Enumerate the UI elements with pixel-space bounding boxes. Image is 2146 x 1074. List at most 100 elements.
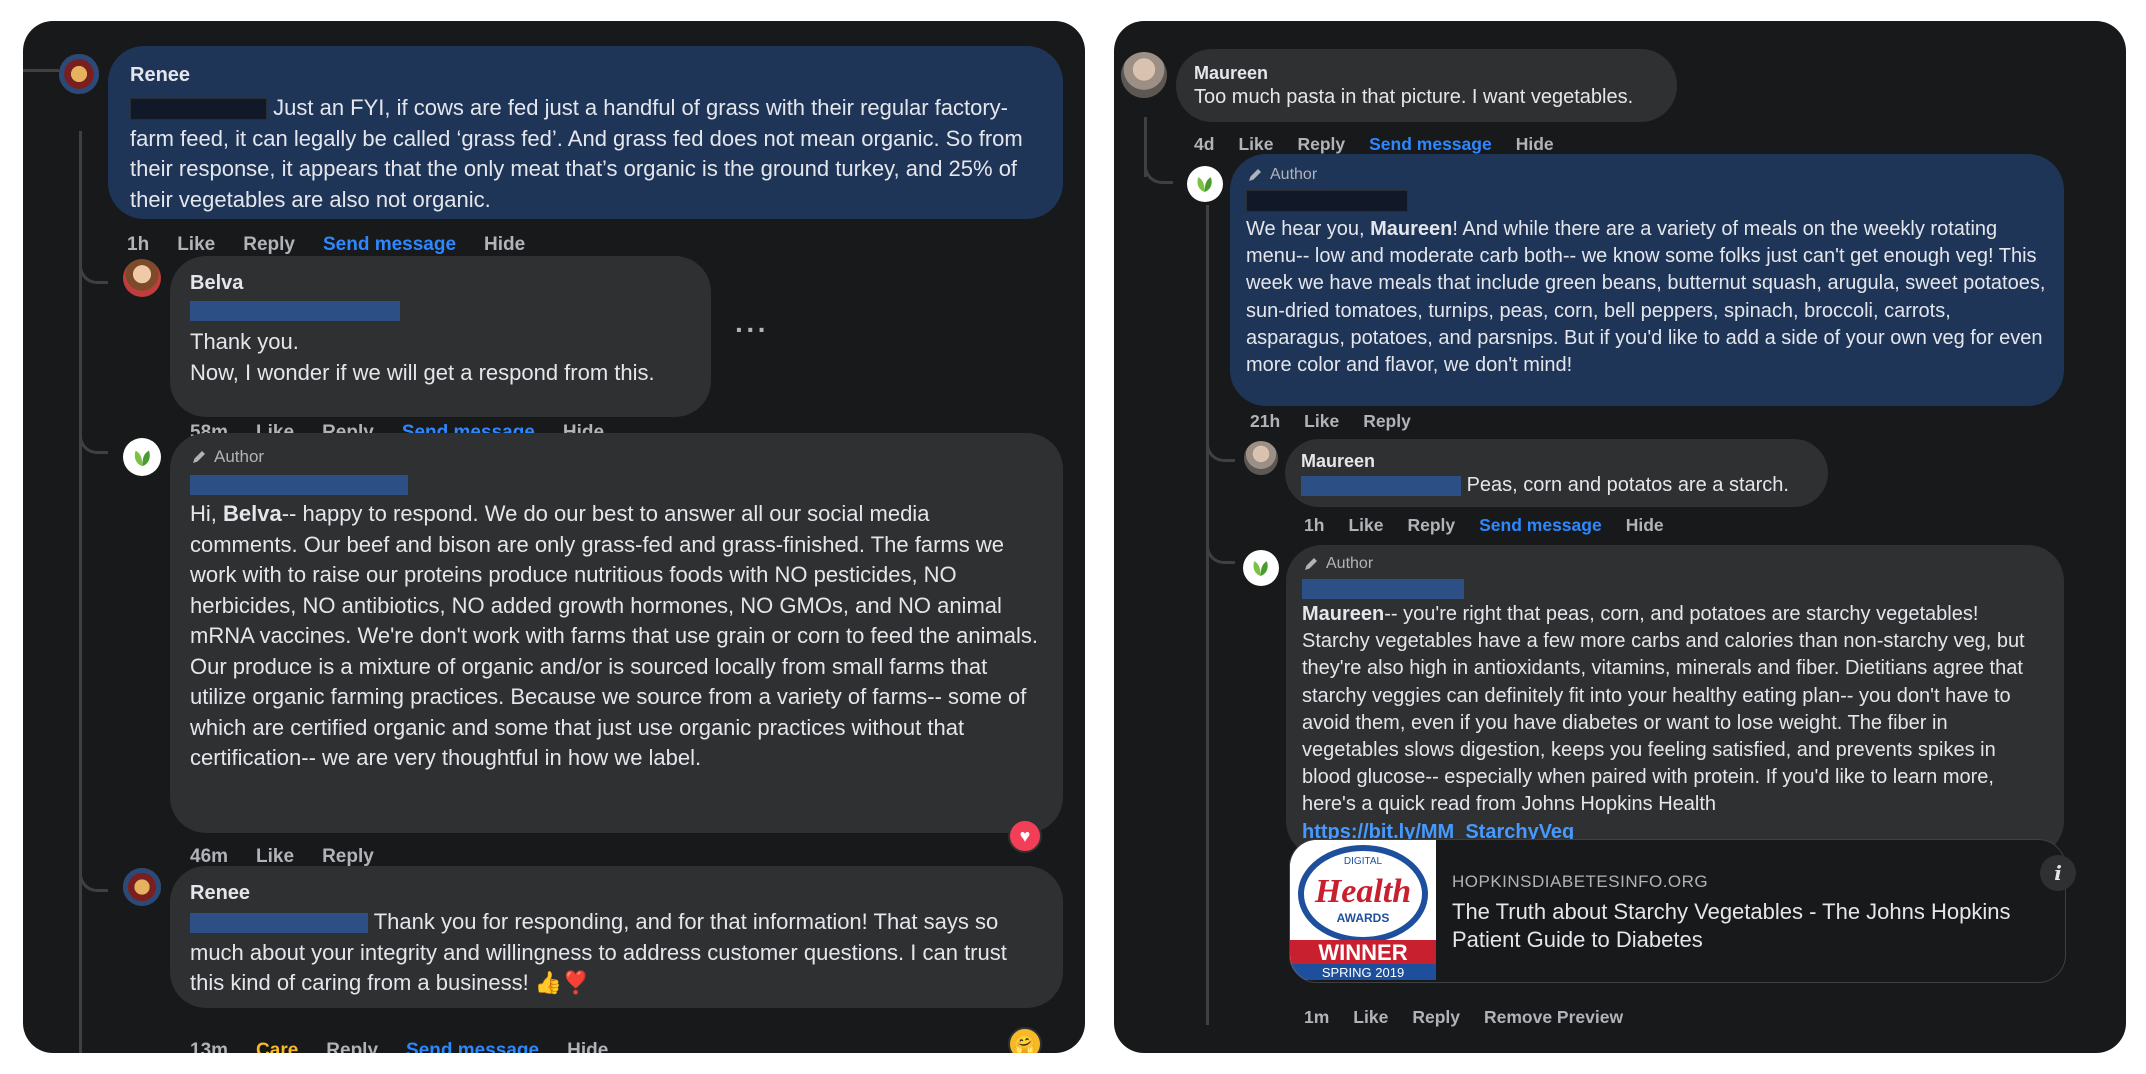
like-button[interactable]: Like [1353,1007,1388,1028]
renee-avatar[interactable] [59,54,99,94]
comment-line: Thank you. [190,329,299,354]
preview-title[interactable]: The Truth about Starchy Vegetables - The… [1452,898,2012,954]
badge-sub-text: AWARDS [1337,911,1390,925]
preview-domain: HOPKINSDIABETESINFO.ORG [1452,872,1709,891]
love-reaction-icon[interactable]: ♥ [1008,819,1042,853]
like-button[interactable]: Like [1304,411,1339,432]
comment-body: ! And while there are a variety of meals… [1246,218,2046,377]
commenter-name[interactable]: Renee [190,882,1043,905]
comment-bubble: Author We hear you, Maureen! And while t… [1230,154,2064,406]
commenter-name[interactable]: Renee [130,64,1043,87]
timestamp[interactable]: 4d [1194,134,1214,155]
comment-bubble: Belva Thank you. Now, I wonder if we wil… [170,256,711,417]
comment-actions: 1h Like Reply Send message Hide [1304,515,1664,536]
maureen-avatar[interactable] [1121,52,1167,98]
comment-actions: 46m Like Reply [190,846,374,868]
thread-elbow [79,851,108,892]
author-label: Author [1270,166,1318,183]
badge-winner-text: WINNER [1318,940,1407,965]
left-comments-panel: Renee Just an FYI, if cows are fed just … [23,21,1085,1053]
pencil-icon [1249,169,1261,181]
link-preview-card[interactable]: DIGITAL Health AWARDS WINNER SPRING 2019… [1289,839,2066,983]
send-message-button[interactable]: Send message [406,1040,539,1053]
comment-text: Maureen-- you're right that peas, corn, … [1302,601,2048,846]
hide-button[interactable]: Hide [567,1040,608,1053]
mention-link[interactable]: Belva [223,501,282,526]
comment-text: Just an FYI, if cows are fed just a hand… [130,93,1043,215]
comment-body: -- you're right that peas, corn, and pot… [1302,603,2025,816]
comment-greeting: Hi, [190,501,223,526]
thread-elbow [1144,161,1173,184]
comment-body: -- happy to respond. We do our best to a… [190,501,1039,770]
mention-link[interactable]: Maureen [1370,218,1452,240]
thread-elbow [1206,431,1235,462]
author-avatar[interactable] [1187,166,1223,202]
send-message-button[interactable]: Send message [1369,134,1492,155]
hide-button[interactable]: Hide [1626,515,1664,536]
reply-button[interactable]: Reply [1363,411,1411,432]
thread-line [23,69,59,72]
renee-avatar[interactable] [123,868,161,906]
author-label: Author [1326,555,1374,572]
comment-text: Thank you. Now, I wonder if we will get … [190,327,691,388]
reply-button[interactable]: Reply [1407,515,1455,536]
pencil-icon [193,451,205,463]
hide-button[interactable]: Hide [484,234,525,256]
badge-season-text: SPRING 2019 [1322,965,1404,980]
thread-elbow [79,251,108,284]
commenter-name[interactable]: Maureen [1194,63,1659,84]
comment-body: Peas, corn and potatos are a starch. [1466,474,1789,496]
like-button[interactable]: Like [177,234,215,256]
redacted-name [1302,579,1464,599]
care-reaction-icon[interactable]: 🤗 [1008,1027,1042,1053]
hide-button[interactable]: Hide [1516,134,1554,155]
like-button[interactable]: Like [1238,134,1273,155]
reply-button[interactable]: Reply [1412,1007,1460,1028]
reply-button[interactable]: Reply [322,846,374,868]
timestamp[interactable]: 1h [127,234,149,256]
timestamp[interactable]: 1h [1304,515,1324,536]
comment-text: Peas, corn and potatos are a starch. [1301,472,1810,499]
redacted-mention [130,98,267,121]
like-button[interactable]: Like [1348,515,1383,536]
redacted-mention [190,913,368,934]
reply-button[interactable]: Reply [326,1040,378,1053]
comment-greeting: We hear you, [1246,218,1371,240]
timestamp[interactable]: 46m [190,846,228,868]
author-avatar[interactable] [123,438,161,476]
send-message-button[interactable]: Send message [323,234,456,256]
comment-actions: 1h Like Reply Send message Hide [127,234,525,256]
more-options-icon[interactable]: ··· [735,314,769,346]
comment-bubble: Author Maureen-- you're right that peas,… [1286,545,2064,857]
belva-avatar[interactable] [123,259,161,297]
send-message-button[interactable]: Send message [1479,515,1602,536]
timestamp[interactable]: 13m [190,1040,228,1053]
comment-text: Too much pasta in that picture. I want v… [1194,86,1634,108]
reply-button[interactable]: Reply [243,234,295,256]
reply-button[interactable]: Reply [1297,134,1345,155]
leaf-logo-icon [134,450,150,466]
comment-bubble: Renee Thank you for responding, and for … [170,866,1063,1008]
mention-link[interactable]: Maureen [1302,603,1384,625]
info-icon[interactable]: i [2040,855,2076,891]
leaf-logo-icon [1197,177,1213,193]
timestamp[interactable]: 21h [1250,411,1280,432]
remove-preview-button[interactable]: Remove Preview [1484,1007,1623,1028]
comment-bubble: Renee Just an FYI, if cows are fed just … [108,46,1063,219]
redacted-name [1246,190,1408,212]
commenter-name[interactable]: Belva [190,272,691,295]
author-badge: Author [1246,166,2048,184]
comment-bubble: Maureen Peas, corn and potatos are a sta… [1285,439,1828,507]
comment-actions: 4d Like Reply Send message Hide [1194,134,1554,155]
redacted-name [190,475,408,495]
author-label: Author [214,447,265,466]
commenter-name[interactable]: Maureen [1301,451,1810,472]
badge-main-text: Health [1314,873,1411,910]
maureen-avatar[interactable] [1244,441,1278,475]
badge-top-text: DIGITAL [1344,856,1383,867]
timestamp[interactable]: 1m [1304,1007,1329,1028]
care-button[interactable]: Care [256,1040,298,1053]
preview-thumbnail[interactable]: DIGITAL Health AWARDS WINNER SPRING 2019 [1290,840,1436,980]
author-avatar[interactable] [1243,550,1279,586]
like-button[interactable]: Like [256,846,294,868]
